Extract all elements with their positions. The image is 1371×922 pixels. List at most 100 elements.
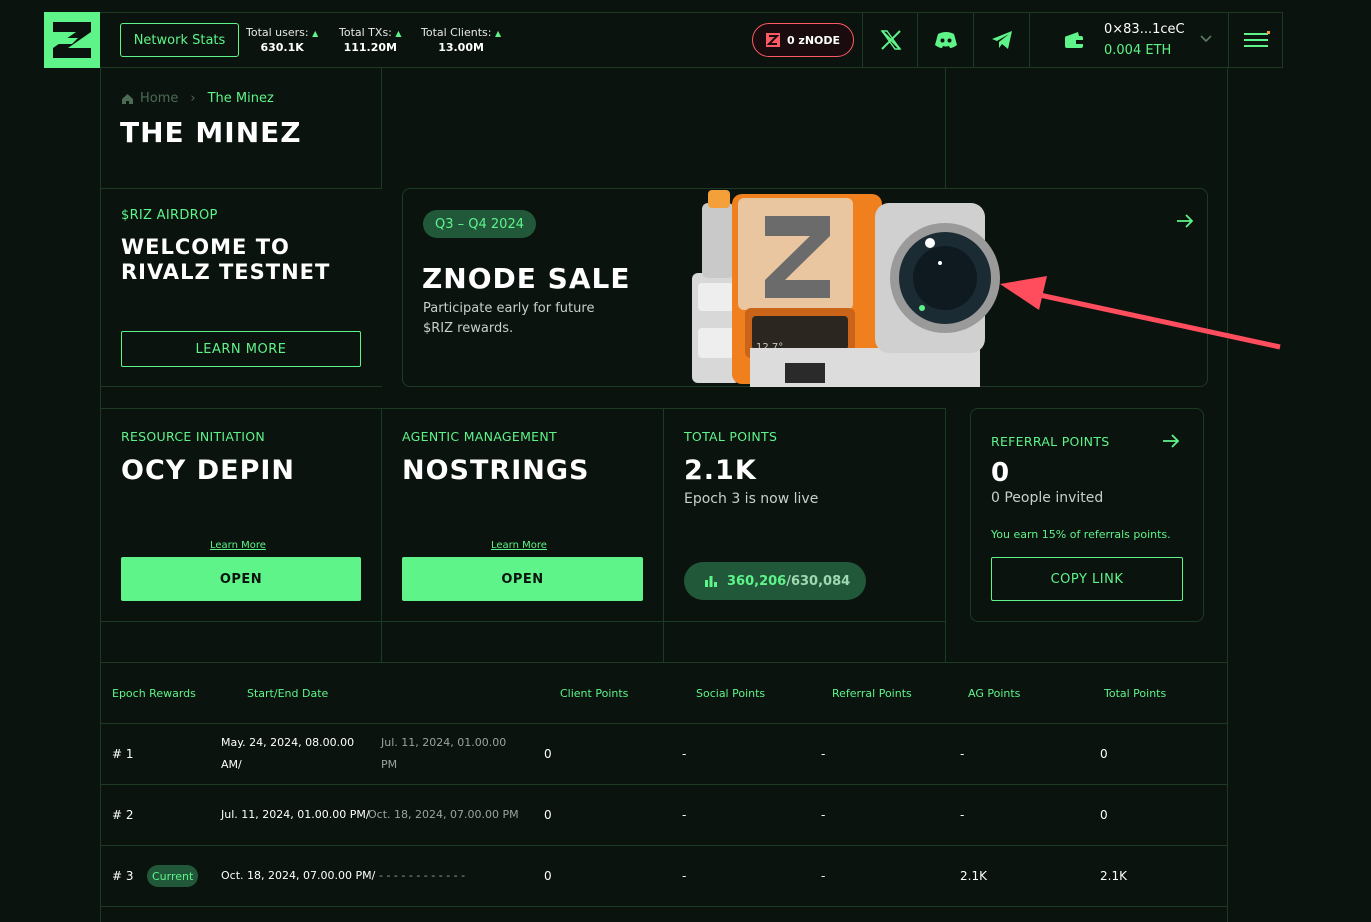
total-points-cell: 0 [1100, 747, 1108, 761]
end-date-cell: Oct. 18, 2024, 07.00.00 PM [368, 808, 519, 821]
network-stats-button[interactable]: Network Stats [120, 23, 239, 57]
client-points-cell: 0 [544, 869, 552, 883]
breadcrumb-separator-icon: › [190, 91, 196, 106]
table-row: # 2 Jul. 11, 2024, 01.00.00 PM/ Oct. 18,… [100, 785, 1228, 845]
referral-value: 0 [991, 458, 1011, 488]
agentic-label: AGENTIC MANAGEMENT [402, 429, 557, 444]
stat-value: 111.20M [343, 41, 397, 54]
wallet-dropdown[interactable]: 0×83...1ceC 0.004 ETH [1029, 12, 1229, 68]
learn-more-button[interactable]: LEARN MORE [121, 331, 361, 367]
wallet-icon [1065, 32, 1083, 48]
arrow-right-icon[interactable] [1176, 213, 1194, 229]
table-row: # 1 May. 24, 2024, 08.00.00 AM/ Jul. 11,… [100, 724, 1228, 784]
stat-value: 630.1K [260, 41, 304, 54]
social-points-cell: - [682, 808, 687, 822]
bar-chart-icon [705, 576, 717, 587]
referral-points-cell: - [821, 808, 826, 822]
znode-sale-description: Participate early for future $RIZ reward… [423, 299, 594, 339]
znode-sale-title: ZNODE SALE [422, 262, 631, 295]
start-date-line1: May. 24, 2024, 08.00.00 [221, 736, 355, 749]
x-link[interactable] [862, 12, 919, 68]
table-header-total: Total Points [1104, 687, 1167, 700]
home-icon [122, 93, 133, 104]
wallet-address: 0×83...1ceC [1104, 22, 1185, 37]
menu-icon [1244, 31, 1270, 47]
sale-period-badge: Q3 – Q4 2024 [423, 210, 536, 238]
caret-up-icon: ▲ [395, 29, 402, 38]
resource-open-button[interactable]: OPEN [121, 557, 361, 601]
rank-value: 360,206 [727, 573, 787, 589]
end-date-line1: Jul. 11, 2024, 01.00.00 [381, 736, 507, 749]
end-date-cell: Jul. 11, 2024, 01.00.00 PM [381, 732, 506, 776]
resource-title: OCY DEPIN [121, 455, 296, 486]
breadcrumb-current: The Minez [207, 91, 274, 106]
rivalz-logo[interactable] [44, 12, 100, 68]
agentic-learn-more-link[interactable]: Learn More [491, 540, 547, 551]
discord-icon [935, 32, 957, 48]
discord-link[interactable] [917, 12, 974, 68]
ag-points-cell: 2.1K [960, 869, 987, 883]
copy-link-button[interactable]: COPY LINK [991, 557, 1183, 601]
people-invited: 0 People invited [991, 490, 1104, 506]
znode-sale-desc-line1: Participate early for future [423, 301, 595, 316]
menu-button[interactable] [1228, 12, 1284, 68]
table-header-client: Client Points [560, 687, 629, 700]
znode-count: 0 zNODE [786, 33, 841, 47]
start-date-line2: AM/ [221, 758, 242, 771]
table-header-referral: Referral Points [832, 687, 912, 700]
breadcrumb-home[interactable]: Home [140, 91, 178, 106]
rank-total: /630,084 [786, 573, 851, 589]
znode-sale-desc-line2: $RIZ rewards. [423, 321, 514, 336]
znode-button[interactable]: 0 zNODE [752, 23, 854, 57]
breadcrumb: Home › The Minez [121, 91, 274, 106]
current-badge: Current [147, 865, 199, 887]
table-header-social: Social Points [696, 687, 766, 700]
stat-total-txs: Total TXs: ▲ 111.20M [339, 26, 402, 55]
caret-up-icon: ▲ [494, 29, 502, 38]
agentic-open-button[interactable]: OPEN [402, 557, 643, 601]
epoch-cell: # 3 [112, 869, 134, 883]
airdrop-title-line2: RIVALZ TESTNET [121, 260, 331, 284]
stat-label: Total Clients: [421, 26, 492, 39]
total-points-cell: 2.1K [1100, 869, 1127, 883]
stat-value: 13.00M [438, 41, 484, 54]
start-date-cell: Oct. 18, 2024, 07.00.00 PM/ [221, 869, 376, 882]
page-title: THE MINEZ [120, 116, 302, 149]
znode-icon [765, 33, 780, 47]
total-points-value: 2.1K [684, 455, 757, 486]
client-points-cell: 0 [544, 808, 552, 822]
table-row: # 3 Current Oct. 18, 2024, 07.00.00 PM/ … [100, 846, 1228, 906]
epoch-status: Epoch 3 is now live [684, 491, 819, 507]
resource-learn-more-link[interactable]: Learn More [210, 540, 266, 551]
end-date-cell: - - - - - - - - - - - - [379, 869, 466, 882]
arrow-right-icon[interactable] [1162, 433, 1180, 449]
table-header-epoch: Epoch Rewards [112, 687, 196, 700]
airdrop-label: $RIZ AIRDROP [121, 208, 218, 223]
ag-points-cell: - [960, 747, 965, 761]
telegram-icon [992, 31, 1012, 49]
epoch-cell: # 1 [112, 747, 134, 761]
wallet-balance: 0.004 ETH [1104, 43, 1172, 58]
caret-up-icon: ▲ [312, 29, 319, 38]
social-points-cell: - [682, 869, 687, 883]
stat-total-clients: Total Clients: ▲ 13.00M [421, 26, 501, 55]
table-header-date: Start/End Date [247, 687, 329, 700]
client-points-cell: 0 [544, 747, 552, 761]
telegram-link[interactable] [973, 12, 1030, 68]
start-date-cell: Jul. 11, 2024, 01.00.00 PM/ [221, 808, 370, 821]
referral-label: REFERRAL POINTS [991, 434, 1110, 449]
airdrop-title: WELCOME TO RIVALZ TESTNET [121, 235, 330, 285]
stat-label: Total users: [246, 26, 309, 39]
stat-label: Total TXs: [339, 26, 392, 39]
total-points-label: TOTAL POINTS [684, 429, 778, 444]
referral-points-cell: - [821, 747, 826, 761]
chevron-down-icon [1200, 35, 1212, 43]
end-date-line2: PM [381, 758, 398, 771]
ag-points-cell: - [960, 808, 965, 822]
x-icon [880, 30, 902, 50]
stat-total-users: Total users: ▲ 630.1K [246, 26, 318, 55]
social-points-cell: - [682, 747, 687, 761]
resource-label: RESOURCE INITIATION [121, 429, 266, 444]
start-date-cell: May. 24, 2024, 08.00.00 AM/ [221, 732, 354, 776]
referral-note: You earn 15% of referrals points. [991, 528, 1171, 541]
